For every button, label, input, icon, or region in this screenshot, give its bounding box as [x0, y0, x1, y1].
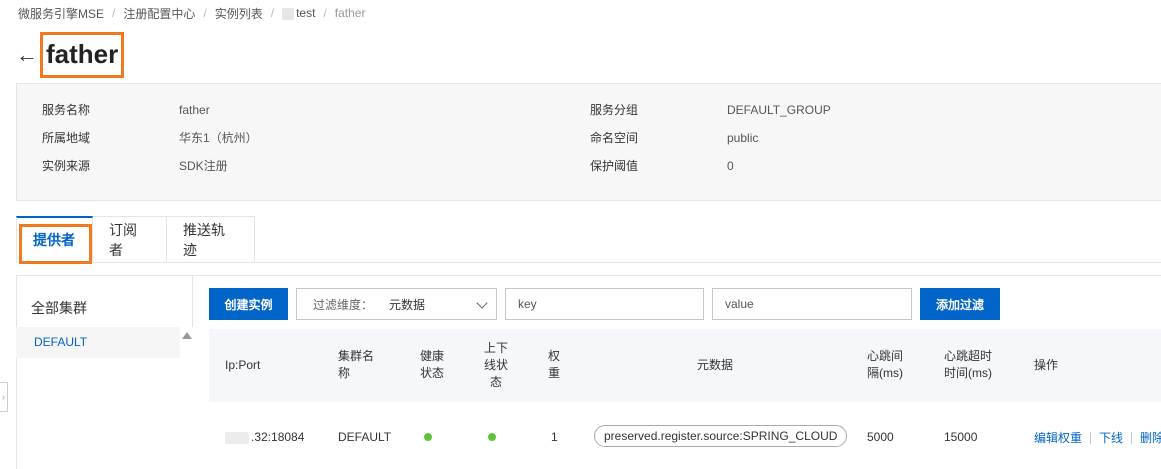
tab-providers[interactable]: 提供者: [16, 216, 93, 264]
page-title: father: [40, 32, 125, 78]
column-header-online-line1: 上下: [484, 341, 509, 355]
breadcrumb: 微服务引擎MSE / 注册配置中心 / 实例列表 / test / father: [18, 5, 365, 21]
region-value: 华东1（杭州）: [179, 131, 258, 145]
service-name-value: father: [179, 103, 210, 117]
column-header-ip-port: Ip:Port: [225, 358, 261, 372]
column-header-online-status: 上下 线状 态: [484, 340, 508, 391]
tab-bar: 提供者 订阅者 推送轨迹: [16, 216, 255, 264]
breadcrumb-item-current: father: [334, 6, 366, 20]
breadcrumb-separator: /: [323, 6, 327, 20]
breadcrumb-item-instances[interactable]: 实例列表: [215, 5, 263, 22]
breadcrumb-item-instance-label: test: [296, 6, 316, 20]
cell-weight: 1: [551, 430, 558, 444]
column-header-health-line1: 健康: [420, 349, 445, 363]
add-filter-button[interactable]: 添加过滤: [920, 288, 1000, 320]
column-header-hb-interval-line1: 心跳间: [867, 349, 904, 363]
column-header-operations: 操作: [1034, 358, 1059, 372]
info-row: 服务名称 father 服务分组 DEFAULT_GROUP: [17, 100, 1161, 120]
metadata-tag: preserved.register.source:SPRING_CLOUD: [594, 425, 848, 447]
service-group-value: DEFAULT_GROUP: [727, 103, 831, 117]
tab-subscribers-label: 订阅者: [109, 221, 137, 258]
threshold-label: 保护阈值: [590, 159, 639, 173]
row-operations: 编辑权重 下线 删除: [1034, 429, 1161, 446]
region-label: 所属地域: [42, 131, 91, 145]
breadcrumb-separator: /: [270, 6, 275, 20]
cell-ip-port: .32:18084: [225, 429, 304, 445]
column-header-cluster-line1: 集群名: [338, 349, 375, 363]
column-header-online-line3: 态: [490, 375, 503, 389]
redacted-block: [225, 431, 249, 444]
service-name-label: 服务名称: [42, 103, 91, 117]
chevron-down-icon: [476, 297, 488, 309]
breadcrumb-item-mse[interactable]: 微服务引擎MSE: [18, 5, 104, 22]
cell-heartbeat-interval: 5000: [867, 430, 894, 444]
breadcrumb-item-instance[interactable]: test: [282, 6, 315, 20]
tab-push-trace[interactable]: 推送轨迹: [167, 216, 255, 263]
column-header-online-line2: 线状: [484, 358, 509, 372]
column-header-hb-timeout-line2: 时间(ms): [944, 366, 992, 380]
edit-weight-link[interactable]: 编辑权重: [1034, 429, 1082, 446]
cluster-item-default[interactable]: DEFAULT: [16, 327, 180, 358]
create-instance-button[interactable]: 创建实例: [209, 288, 288, 320]
cell-cluster: DEFAULT: [338, 430, 392, 444]
tab-subscribers[interactable]: 订阅者: [93, 216, 167, 263]
breadcrumb-item-registry[interactable]: 注册配置中心: [123, 5, 195, 22]
column-header-cluster-line2: 称: [338, 366, 351, 380]
title-row: ← father: [16, 30, 125, 80]
online-status-dot-icon: [488, 433, 496, 441]
breadcrumb-separator: /: [203, 6, 207, 20]
ops-divider: [1090, 431, 1092, 444]
service-info-panel: 服务名称 father 服务分组 DEFAULT_GROUP 所属地域 华东1（…: [16, 83, 1161, 201]
collapse-sidebar-icon[interactable]: ›: [0, 382, 8, 412]
column-header-weight-line1: 权: [548, 349, 561, 363]
health-status-dot-icon: [424, 433, 432, 441]
delete-link[interactable]: 删除: [1140, 429, 1161, 446]
offline-link[interactable]: 下线: [1099, 429, 1123, 446]
filter-value-input[interactable]: [712, 288, 912, 320]
column-header-hb-timeout-line1: 心跳超时: [944, 349, 993, 363]
tab-push-trace-label: 推送轨迹: [183, 221, 225, 258]
threshold-value: 0: [727, 159, 734, 173]
column-header-weight-line2: 重: [548, 366, 561, 380]
cell-heartbeat-timeout: 15000: [944, 430, 978, 444]
column-header-weight: 权 重: [548, 348, 560, 382]
filter-dimension-select[interactable]: 过滤维度： 元数据: [296, 288, 497, 320]
column-header-metadata: 元数据: [697, 358, 734, 372]
back-arrow-icon[interactable]: ←: [16, 44, 38, 66]
highlight-box: [19, 224, 92, 264]
filter-dimension-value: 元数据: [389, 297, 426, 312]
source-label: 实例来源: [42, 159, 91, 173]
column-header-health-line2: 状态: [420, 366, 445, 380]
tab-divider: [254, 262, 1161, 263]
filter-dimension-label: 过滤维度：: [313, 297, 374, 312]
scroll-up-arrow-icon[interactable]: [182, 332, 192, 339]
breadcrumb-separator: /: [112, 6, 116, 20]
filter-key-input[interactable]: [505, 288, 704, 320]
info-row: 实例来源 SDK注册 保护阈值 0: [17, 156, 1161, 176]
redacted-block: [282, 7, 295, 20]
column-header-heartbeat-interval: 心跳间 隔(ms): [867, 348, 903, 382]
namespace-value: public: [727, 131, 759, 145]
ops-divider: [1131, 431, 1133, 444]
cluster-panel-title: 全部集群: [31, 300, 87, 316]
cell-ip-port-text: .32:18084: [251, 430, 305, 444]
source-value: SDK注册: [179, 159, 228, 173]
column-header-heartbeat-timeout: 心跳超时 时间(ms): [944, 348, 992, 382]
info-row: 所属地域 华东1（杭州） 命名空间 public: [17, 128, 1161, 148]
column-header-health: 健康 状态: [420, 348, 444, 382]
cluster-panel: 全部集群 DEFAULT: [16, 276, 193, 469]
column-header-hb-interval-line2: 隔(ms): [867, 366, 903, 380]
cluster-scrollbar[interactable]: [180, 327, 193, 469]
service-group-label: 服务分组: [590, 103, 639, 117]
namespace-label: 命名空间: [590, 131, 639, 145]
column-header-cluster: 集群名 称: [338, 348, 374, 382]
